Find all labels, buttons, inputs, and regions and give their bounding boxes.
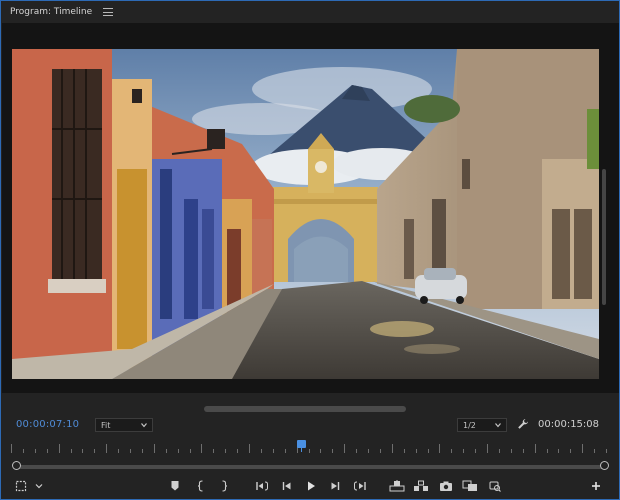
video-viewer bbox=[2, 23, 619, 393]
add-marker-icon[interactable] bbox=[166, 477, 184, 495]
monitor-controls-row: 00:00:07:10 Fit 1/2 00:00:15:08 bbox=[1, 415, 619, 435]
go-to-in-icon[interactable] bbox=[253, 477, 271, 495]
playhead-marker[interactable] bbox=[297, 440, 306, 452]
panel-header: Program: Timeline bbox=[1, 1, 619, 23]
ruler-tick bbox=[94, 449, 95, 453]
viewer-vertical-scrollbar[interactable] bbox=[602, 169, 606, 305]
ruler-tick bbox=[130, 449, 131, 453]
ruler-tick bbox=[237, 449, 238, 453]
ruler-tick bbox=[106, 444, 107, 453]
ruler-tick bbox=[558, 449, 559, 453]
ruler-tick bbox=[404, 449, 405, 453]
ruler-tick bbox=[547, 449, 548, 453]
wrench-icon[interactable] bbox=[517, 418, 529, 430]
ruler-tick bbox=[11, 444, 12, 453]
safe-margins-icon[interactable] bbox=[12, 477, 30, 495]
program-monitor-panel: Program: Timeline 00:00:07:10 Fit 1/2 00… bbox=[0, 0, 620, 500]
extract-icon[interactable] bbox=[412, 477, 430, 495]
ruler-tick bbox=[190, 449, 191, 453]
playback-resolution-value: 1/2 bbox=[463, 420, 476, 430]
ruler-tick bbox=[439, 444, 440, 453]
ruler-tick bbox=[118, 449, 119, 453]
ruler-tick bbox=[332, 449, 333, 453]
ruler-tick bbox=[570, 449, 571, 453]
play-icon[interactable] bbox=[302, 477, 320, 495]
viewer-horizontal-scrollbar[interactable] bbox=[204, 406, 406, 412]
ruler-tick bbox=[166, 449, 167, 453]
zoom-level-select[interactable]: Fit bbox=[95, 418, 153, 432]
mark-out-icon[interactable] bbox=[215, 477, 233, 495]
ruler-tick bbox=[261, 449, 262, 453]
ruler-tick bbox=[523, 449, 524, 453]
ruler-tick bbox=[606, 449, 607, 453]
navigator-zoom-bar[interactable] bbox=[16, 465, 605, 469]
playback-resolution-select[interactable]: 1/2 bbox=[457, 418, 507, 432]
vr-video-icon[interactable] bbox=[486, 477, 504, 495]
playhead-timecode[interactable]: 00:00:07:10 bbox=[16, 419, 79, 430]
chevron-down-icon[interactable] bbox=[30, 477, 48, 495]
ruler-tick bbox=[59, 444, 60, 453]
ruler-tick bbox=[142, 449, 143, 453]
chevron-down-icon bbox=[141, 423, 147, 428]
ruler-tick bbox=[273, 449, 274, 453]
step-back-icon[interactable] bbox=[278, 477, 296, 495]
export-frame-icon[interactable] bbox=[437, 477, 455, 495]
ruler-tick bbox=[475, 449, 476, 453]
ruler-tick bbox=[463, 449, 464, 453]
comparison-view-icon[interactable] bbox=[461, 477, 479, 495]
ruler-tick bbox=[344, 444, 345, 453]
go-to-out-icon[interactable] bbox=[351, 477, 369, 495]
ruler-tick bbox=[416, 449, 417, 453]
zoom-level-value: Fit bbox=[101, 420, 111, 430]
ruler-tick bbox=[511, 449, 512, 453]
ruler-tick bbox=[71, 449, 72, 453]
ruler-tick bbox=[225, 449, 226, 453]
zoom-end-handle[interactable] bbox=[600, 461, 609, 470]
transport-controls bbox=[1, 477, 619, 497]
ruler-tick bbox=[535, 444, 536, 453]
video-frame bbox=[12, 49, 599, 379]
hamburger-menu-icon[interactable] bbox=[103, 8, 114, 16]
ruler-tick bbox=[178, 449, 179, 453]
ruler-tick bbox=[499, 449, 500, 453]
ruler-tick bbox=[82, 449, 83, 453]
ruler-tick bbox=[368, 449, 369, 453]
ruler-tick bbox=[582, 444, 583, 453]
ruler-tick bbox=[428, 449, 429, 453]
ruler-tick bbox=[320, 449, 321, 453]
mark-in-icon[interactable] bbox=[192, 477, 210, 495]
ruler-tick bbox=[249, 444, 250, 453]
panel-title[interactable]: Program: Timeline bbox=[10, 7, 92, 17]
ruler-tick bbox=[154, 444, 155, 453]
ruler-tick bbox=[392, 444, 393, 453]
step-forward-icon[interactable] bbox=[326, 477, 344, 495]
ruler-tick bbox=[201, 444, 202, 453]
ruler-tick bbox=[451, 449, 452, 453]
ruler-tick bbox=[487, 444, 488, 453]
plus-icon[interactable] bbox=[587, 477, 605, 495]
ruler-tick bbox=[356, 449, 357, 453]
lift-icon[interactable] bbox=[388, 477, 406, 495]
ruler-tick bbox=[47, 449, 48, 453]
duration-timecode: 00:00:15:08 bbox=[538, 419, 600, 430]
ruler-tick bbox=[594, 449, 595, 453]
zoom-start-handle[interactable] bbox=[12, 461, 21, 470]
time-ruler[interactable] bbox=[11, 439, 607, 453]
chevron-down-icon bbox=[495, 423, 501, 428]
ruler-tick bbox=[35, 449, 36, 453]
ruler-tick bbox=[380, 449, 381, 453]
ruler-tick bbox=[23, 449, 24, 453]
ruler-tick bbox=[213, 449, 214, 453]
ruler-tick bbox=[309, 449, 310, 453]
ruler-tick bbox=[285, 449, 286, 453]
